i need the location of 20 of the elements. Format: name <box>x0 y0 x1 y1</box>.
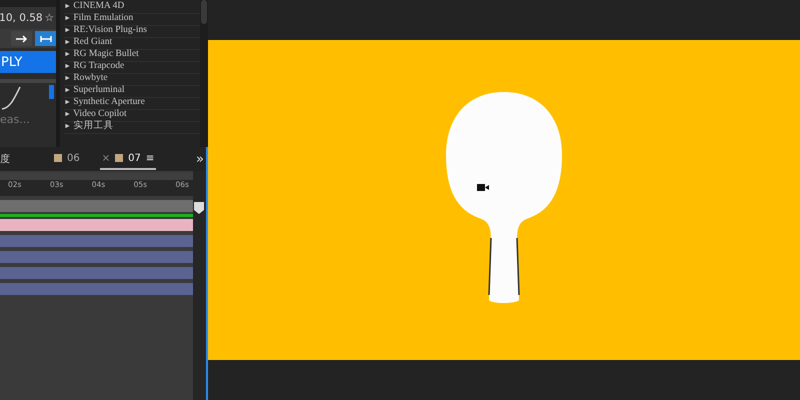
composition-tab[interactable]: 06 <box>52 148 82 170</box>
slider-handle[interactable] <box>49 85 54 99</box>
direction-button[interactable] <box>35 31 56 46</box>
overflow-button[interactable]: » <box>196 152 204 166</box>
right-arrow-icon <box>16 34 28 42</box>
layer-bar[interactable] <box>0 251 193 263</box>
preset-label: eas... <box>0 112 31 126</box>
apply-button[interactable]: PLY <box>0 51 56 73</box>
scrollbar-thumb[interactable] <box>201 0 207 24</box>
time-navigator[interactable] <box>0 173 193 180</box>
panel-title: 度 <box>0 152 10 166</box>
easing-value[interactable]: 10, 0.58 <box>0 12 43 24</box>
favorite-star[interactable]: ☆ <box>44 12 54 24</box>
layer-bar[interactable] <box>0 235 193 247</box>
layer-bar[interactable] <box>0 219 193 231</box>
direction-button[interactable] <box>11 31 32 46</box>
layer-bar[interactable] <box>0 267 193 279</box>
curve-icon <box>0 85 22 111</box>
double-arrow-icon <box>40 34 52 42</box>
layer-bar[interactable] <box>0 283 193 295</box>
